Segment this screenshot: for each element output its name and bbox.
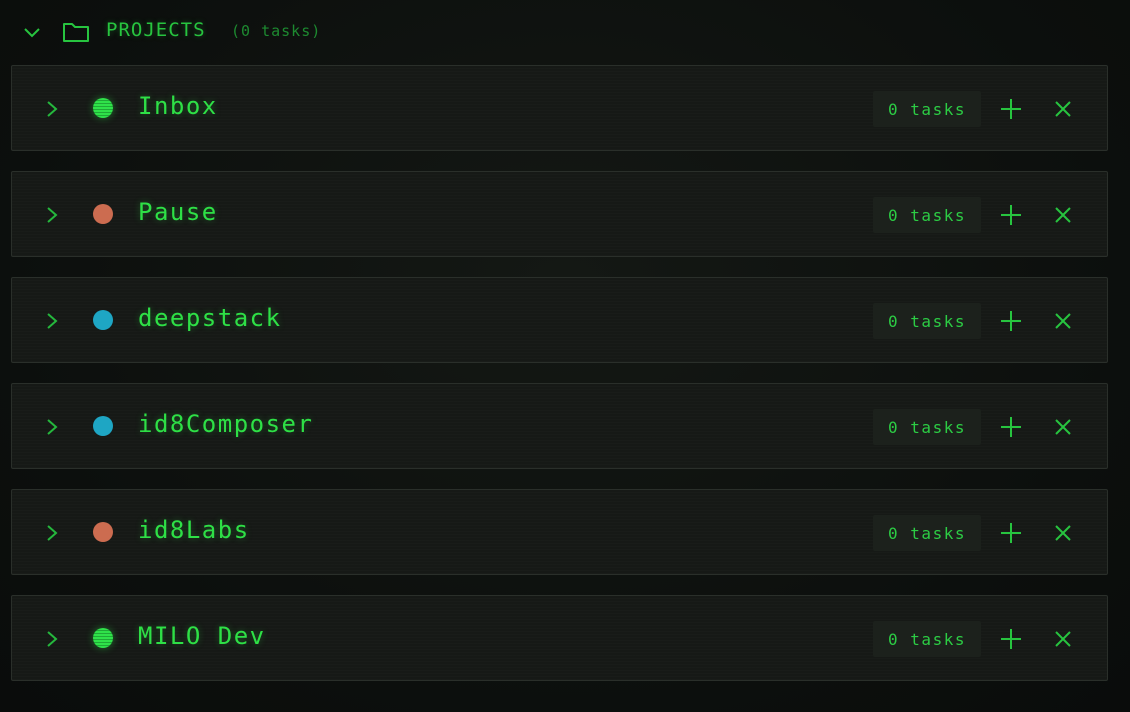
chevron-right-icon[interactable] xyxy=(45,99,59,119)
project-color-dot xyxy=(93,310,113,330)
chevron-right-icon[interactable] xyxy=(45,629,59,649)
chevron-right-icon[interactable] xyxy=(45,311,59,331)
plus-icon xyxy=(1001,311,1021,331)
close-icon xyxy=(1055,101,1071,117)
plus-icon xyxy=(1001,205,1021,225)
projects-section-header[interactable]: PROJECTS (0 tasks) xyxy=(0,0,1130,64)
chevron-down-icon[interactable] xyxy=(22,22,42,42)
delete-project-button[interactable] xyxy=(1052,98,1074,120)
close-icon xyxy=(1055,525,1071,541)
add-task-button[interactable] xyxy=(999,203,1023,227)
task-count-badge: 0 tasks xyxy=(873,303,981,339)
project-name: Pause xyxy=(138,198,218,226)
project-name: Inbox xyxy=(138,92,218,120)
task-count-badge: 0 tasks xyxy=(873,621,981,657)
delete-project-button[interactable] xyxy=(1052,416,1074,438)
project-name: id8Composer xyxy=(138,410,314,438)
section-task-count: (0 tasks) xyxy=(231,22,322,40)
add-task-button[interactable] xyxy=(999,309,1023,333)
project-name: deepstack xyxy=(138,304,282,332)
project-row-inbox[interactable]: Inbox 0 tasks xyxy=(11,65,1108,151)
plus-icon xyxy=(1001,99,1021,119)
delete-project-button[interactable] xyxy=(1052,204,1074,226)
project-color-dot xyxy=(93,416,113,436)
project-color-dot xyxy=(93,628,113,648)
delete-project-button[interactable] xyxy=(1052,310,1074,332)
task-count-badge: 0 tasks xyxy=(873,515,981,551)
task-count-badge: 0 tasks xyxy=(873,409,981,445)
delete-project-button[interactable] xyxy=(1052,628,1074,650)
project-row-id8labs[interactable]: id8Labs 0 tasks xyxy=(11,489,1108,575)
add-task-button[interactable] xyxy=(999,97,1023,121)
section-title: PROJECTS xyxy=(106,19,206,41)
project-color-dot xyxy=(93,204,113,224)
project-row-deepstack[interactable]: deepstack 0 tasks xyxy=(11,277,1108,363)
chevron-right-icon[interactable] xyxy=(45,417,59,437)
project-name: id8Labs xyxy=(138,516,250,544)
project-color-dot xyxy=(93,98,113,118)
close-icon xyxy=(1055,419,1071,435)
project-row-milo-dev[interactable]: MILO Dev 0 tasks xyxy=(11,595,1108,681)
close-icon xyxy=(1055,631,1071,647)
task-count-badge: 0 tasks xyxy=(873,197,981,233)
project-color-dot xyxy=(93,522,113,542)
add-task-button[interactable] xyxy=(999,627,1023,651)
project-name: MILO Dev xyxy=(138,622,266,650)
plus-icon xyxy=(1001,523,1021,543)
plus-icon xyxy=(1001,417,1021,437)
add-task-button[interactable] xyxy=(999,521,1023,545)
project-row-id8composer[interactable]: id8Composer 0 tasks xyxy=(11,383,1108,469)
chevron-right-icon[interactable] xyxy=(45,523,59,543)
project-row-pause[interactable]: Pause 0 tasks xyxy=(11,171,1108,257)
chevron-right-icon[interactable] xyxy=(45,205,59,225)
folder-icon xyxy=(62,20,90,44)
delete-project-button[interactable] xyxy=(1052,522,1074,544)
close-icon xyxy=(1055,207,1071,223)
add-task-button[interactable] xyxy=(999,415,1023,439)
plus-icon xyxy=(1001,629,1021,649)
close-icon xyxy=(1055,313,1071,329)
task-count-badge: 0 tasks xyxy=(873,91,981,127)
